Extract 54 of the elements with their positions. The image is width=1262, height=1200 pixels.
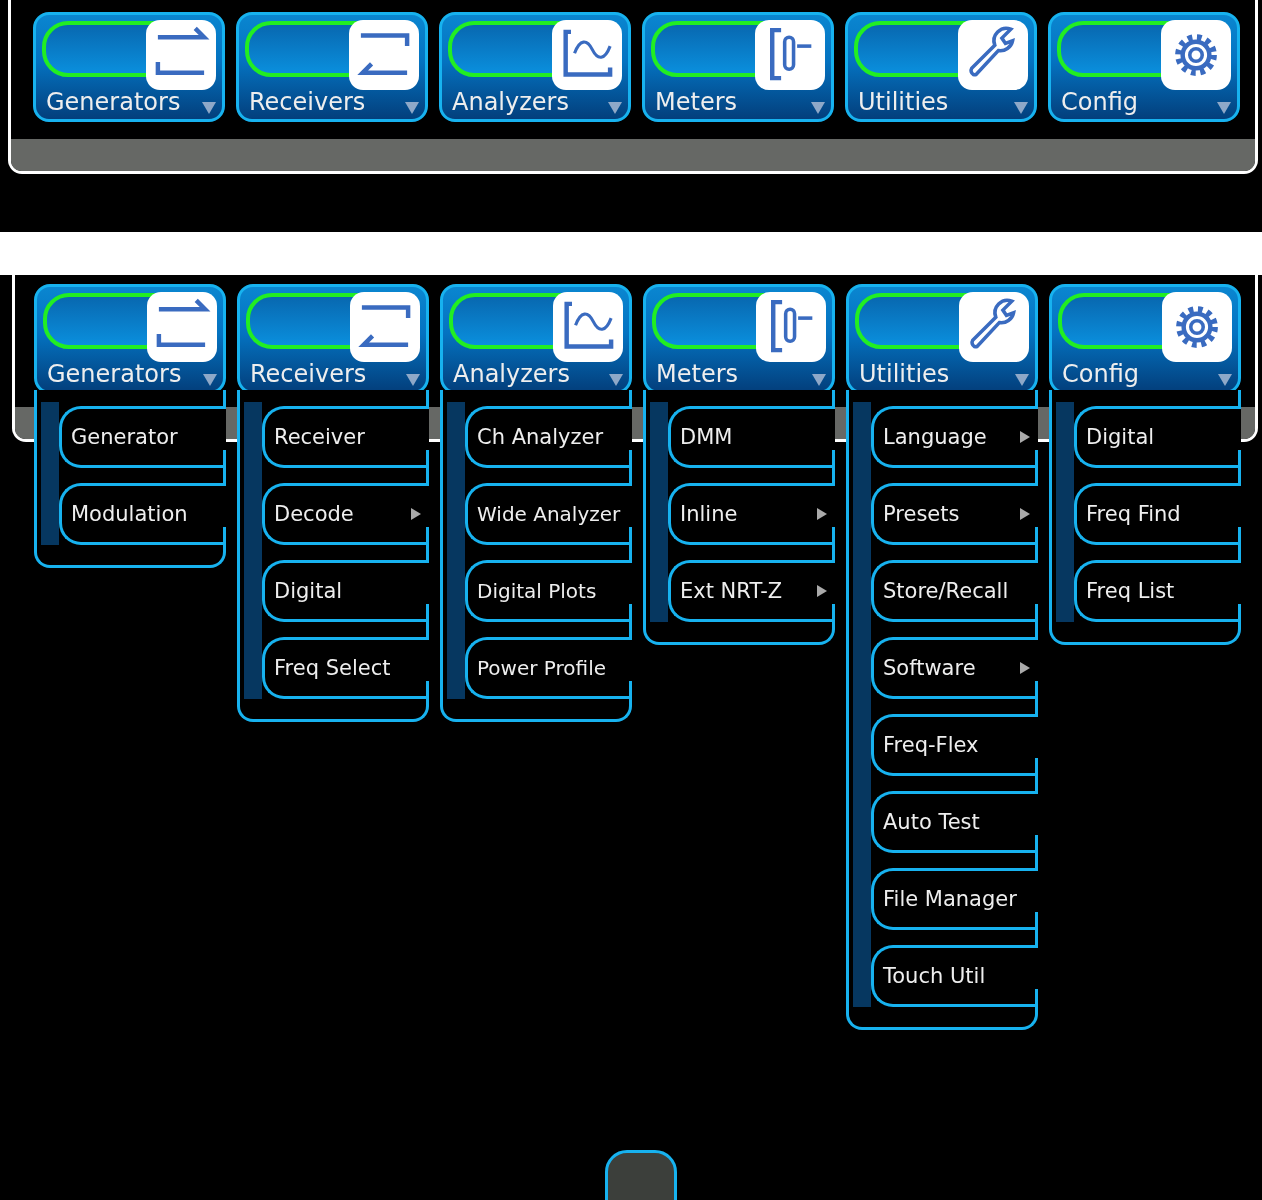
- menu-item[interactable]: File Manager: [871, 868, 1038, 930]
- menu-tab[interactable]: Receivers: [236, 12, 428, 122]
- menu-item[interactable]: Modulation: [59, 483, 226, 545]
- menu-item[interactable]: Touch Util: [871, 945, 1038, 1007]
- menu-item[interactable]: Digital Plots: [465, 560, 632, 622]
- menu-item[interactable]: Freq-Flex: [871, 714, 1038, 776]
- menu-item[interactable]: Inline: [668, 483, 835, 545]
- menu-tab[interactable]: Utilities: [845, 12, 1037, 122]
- dropdown-caret-icon: [1014, 102, 1028, 114]
- dropdown-caret-icon: [202, 102, 216, 114]
- dropdown-caret-icon: [1015, 374, 1029, 386]
- tab-label: Analyzers: [452, 88, 569, 116]
- menu-item[interactable]: Ch Analyzer: [465, 406, 632, 468]
- menu-item[interactable]: Auto Test: [871, 791, 1038, 853]
- menu-item[interactable]: Ext NRT-Z: [668, 560, 835, 622]
- menu-item[interactable]: Digital: [1074, 406, 1241, 468]
- tab-label: Utilities: [858, 88, 949, 116]
- menu-item[interactable]: Language: [871, 406, 1038, 468]
- tab-label: Analyzers: [453, 360, 570, 388]
- menu-item[interactable]: Power Profile: [465, 637, 632, 699]
- tab-label: Utilities: [859, 360, 950, 388]
- dropdown-caret-icon: [1217, 102, 1231, 114]
- menu-item[interactable]: Software: [871, 637, 1038, 699]
- menu-item[interactable]: Store/Recall: [871, 560, 1038, 622]
- tab-label: Generators: [46, 88, 181, 116]
- menu-item[interactable]: Receiver: [262, 406, 429, 468]
- menu-item[interactable]: Freq List: [1074, 560, 1241, 622]
- menu-item[interactable]: DMM: [668, 406, 835, 468]
- tab-label: Receivers: [250, 360, 367, 388]
- menu-tab[interactable]: Generators: [33, 12, 225, 122]
- dropdown-caret-icon: [811, 102, 825, 114]
- tab-label: Meters: [655, 88, 738, 116]
- menu-tab[interactable]: Meters: [642, 12, 834, 122]
- menu-item[interactable]: Wide Analyzer: [465, 483, 632, 545]
- menu-tab[interactable]: Analyzers: [439, 12, 631, 122]
- menu-tab[interactable]: Config: [1048, 12, 1240, 122]
- menu-item[interactable]: Generator: [59, 406, 226, 468]
- menu-item[interactable]: Presets: [871, 483, 1038, 545]
- menu-item[interactable]: Decode: [262, 483, 429, 545]
- dropdown-caret-icon: [609, 374, 623, 386]
- tab-label: Config: [1062, 360, 1139, 388]
- dropdown-caret-icon: [1218, 374, 1232, 386]
- tab-label: Generators: [47, 360, 182, 388]
- tab-label: Config: [1061, 88, 1138, 116]
- dropdown-caret-icon: [812, 374, 826, 386]
- dropdown-caret-icon: [406, 374, 420, 386]
- tab-label: Meters: [656, 360, 739, 388]
- tab-label: Receivers: [249, 88, 366, 116]
- menu-item[interactable]: Digital: [262, 560, 429, 622]
- menu-item[interactable]: Freq Select: [262, 637, 429, 699]
- menu-item[interactable]: Freq Find: [1074, 483, 1241, 545]
- dropdown-caret-icon: [608, 102, 622, 114]
- dropdown-caret-icon: [203, 374, 217, 386]
- dropdown-caret-icon: [405, 102, 419, 114]
